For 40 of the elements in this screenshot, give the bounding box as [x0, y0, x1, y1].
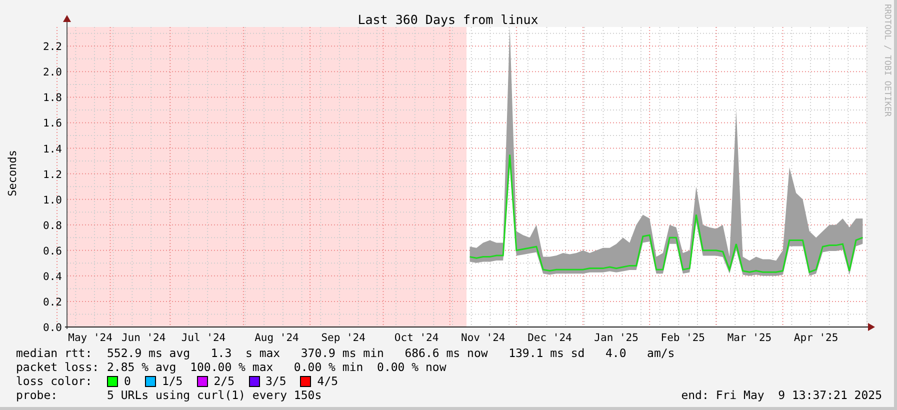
x-tick-label: Apr '25 — [794, 332, 838, 344]
legend-label: packet loss: — [16, 360, 100, 374]
x-tick-label: Nov '24 — [461, 332, 506, 344]
legend-value: 5 URLs using curl(1) every 150s — [107, 388, 322, 402]
legend-value: 4/5 — [317, 374, 338, 388]
legend-value: 552.9 ms avg 1.3 s max 370.9 ms min 686.6 ms now 139.1 ms sd 4.0 am/s — [107, 346, 675, 360]
y-tick-label: 1.0 — [43, 194, 62, 206]
legend-label: loss color: — [16, 374, 94, 388]
legend-value: 3/5 — [266, 374, 286, 388]
x-tick-label: Jun '24 — [121, 332, 166, 344]
chart-title: Last 360 Days from linux — [358, 12, 538, 27]
x-tick-label: Aug '24 — [254, 332, 299, 344]
x-tick-label: Jan '25 — [594, 332, 638, 344]
legend-value: 2.85 % avg 100.00 % max 0.00 % min 0.00 % now — [107, 360, 446, 374]
end-time: end: Fri May 9 13:37:21 2025 — [681, 388, 882, 402]
y-tick-label: 1.4 — [43, 143, 62, 156]
x-tick-label: May '24 — [68, 332, 112, 344]
legend-label: median rtt: — [16, 346, 94, 360]
legend-value: 2/5 — [214, 374, 234, 388]
x-tick-label: Mar '25 — [727, 332, 772, 344]
y-tick-label: 1.6 — [43, 118, 62, 130]
y-tick-label: 2.0 — [43, 66, 62, 79]
x-tick-label: Oct '24 — [394, 332, 439, 344]
legend-value: 1/5 — [162, 374, 183, 388]
y-tick-label: 0.0 — [43, 322, 62, 334]
y-tick-label: 1.8 — [43, 92, 62, 104]
y-tick-label: 2.2 — [43, 41, 62, 54]
y-tick-label: 0.8 — [43, 220, 62, 232]
x-tick-label: Sep '24 — [321, 332, 366, 344]
y-tick-label: 0.4 — [43, 270, 62, 283]
x-tick-label: Feb '25 — [660, 332, 706, 344]
axis-label: Seconds — [6, 150, 18, 196]
y-tick-label: 0.6 — [43, 245, 62, 258]
x-tick-label: Jul '24 — [181, 332, 226, 344]
credit-text: RRDTOOL / TOBI OETIKER — [882, 4, 892, 117]
legend-label: probe: — [16, 388, 59, 402]
legend-value: 0 — [124, 374, 131, 388]
y-tick-label: 1.2 — [43, 168, 62, 181]
y-tick-label: 0.2 — [43, 296, 62, 308]
x-tick-label: Dec '24 — [528, 332, 572, 344]
